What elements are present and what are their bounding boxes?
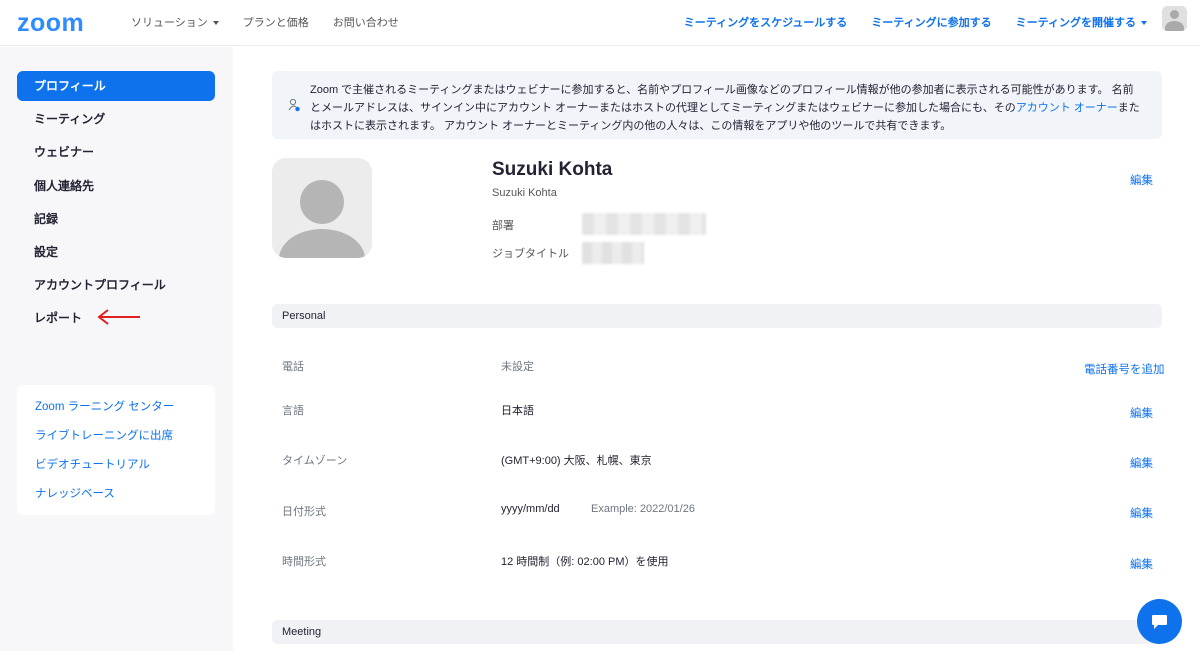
sidebar-item-webinars[interactable]: ウェビナー bbox=[17, 137, 215, 167]
profile-name: Suzuki Kohta bbox=[492, 159, 613, 180]
sidebar-item-recordings[interactable]: 記録 bbox=[17, 204, 215, 234]
sidebar-menu: プロフィール ミーティング ウェビナー 個人連絡先 記録 設定 アカウントプロフ… bbox=[17, 71, 215, 337]
phone-value: 未設定 bbox=[501, 361, 534, 373]
chat-button[interactable] bbox=[1137, 599, 1182, 644]
timezone-value: (GMT+9:00) 大阪、札幌、東京 bbox=[501, 455, 652, 467]
top-header: zoom ソリューション プランと価格 お問い合わせ ミーティングをスケジュール… bbox=[0, 0, 1200, 46]
date-format-value: yyyy/mm/dd bbox=[501, 503, 560, 515]
user-privacy-icon bbox=[288, 98, 300, 112]
date-format-example: Example: 2022/01/26 bbox=[591, 503, 695, 515]
learning-center-link[interactable]: Zoom ラーニング センター bbox=[17, 398, 215, 427]
timezone-label: タイムゾーン bbox=[282, 455, 348, 467]
live-training-link[interactable]: ライブトレーニングに出席 bbox=[17, 427, 215, 456]
user-avatar[interactable] bbox=[1162, 6, 1187, 31]
nav-contact[interactable]: お問い合わせ bbox=[333, 14, 399, 30]
nav-left: ソリューション プランと価格 お問い合わせ bbox=[131, 14, 399, 30]
add-phone-button[interactable]: 電話番号を追加 bbox=[1084, 361, 1165, 377]
sidebar-item-profile[interactable]: プロフィール bbox=[17, 71, 215, 101]
sidebar-item-contacts[interactable]: 個人連絡先 bbox=[17, 171, 215, 201]
date-format-label: 日付形式 bbox=[282, 506, 326, 518]
department-value-redacted bbox=[582, 213, 706, 235]
edit-timezone-button[interactable]: 編集 bbox=[1130, 455, 1153, 471]
edit-date-format-button[interactable]: 編集 bbox=[1130, 505, 1153, 521]
job-title-value-redacted bbox=[582, 242, 644, 264]
nav-plans-pricing[interactable]: プランと価格 bbox=[243, 14, 309, 30]
notice-text: Zoom で主催されるミーティングまたはウェビナーに参加すると、名前やプロフィー… bbox=[310, 84, 1134, 114]
join-meeting-link[interactable]: ミーティングに参加する bbox=[871, 14, 991, 30]
sidebar-item-settings[interactable]: 設定 bbox=[17, 237, 215, 267]
annotation-arrow-icon bbox=[97, 309, 140, 325]
language-label: 言語 bbox=[282, 405, 304, 417]
profile-picture[interactable] bbox=[272, 158, 372, 258]
host-meeting-menu[interactable]: ミーティングを開催する bbox=[1016, 14, 1147, 30]
nav-solutions[interactable]: ソリューション bbox=[131, 14, 219, 30]
edit-time-format-button[interactable]: 編集 bbox=[1130, 556, 1153, 572]
meeting-section-header: Meeting bbox=[272, 620, 1162, 644]
video-tutorials-link[interactable]: ビデオチュートリアル bbox=[17, 456, 215, 485]
sidebar-item-account-profile[interactable]: アカウントプロフィール bbox=[17, 270, 215, 300]
time-format-label: 時間形式 bbox=[282, 556, 326, 568]
job-title-label: ジョブタイトル bbox=[492, 248, 569, 260]
main-content: Zoom で主催されるミーティングまたはウェビナーに参加すると、名前やプロフィー… bbox=[233, 47, 1200, 651]
sidebar: プロフィール ミーティング ウェビナー 個人連絡先 記録 設定 アカウントプロフ… bbox=[0, 47, 233, 651]
edit-language-button[interactable]: 編集 bbox=[1130, 405, 1153, 421]
language-value: 日本語 bbox=[501, 405, 534, 417]
phone-label: 電話 bbox=[282, 361, 304, 373]
knowledge-base-link[interactable]: ナレッジベース bbox=[17, 485, 215, 514]
chat-bubble-icon bbox=[1152, 615, 1167, 629]
time-format-value: 12 時間制（例: 02:00 PM）を使用 bbox=[501, 556, 669, 568]
edit-profile-button[interactable]: 編集 bbox=[1130, 172, 1153, 188]
account-owner-link[interactable]: アカウント オーナー bbox=[1016, 102, 1118, 114]
zoom-logo[interactable]: zoom bbox=[17, 9, 84, 38]
personal-section-header: Personal bbox=[272, 304, 1162, 328]
sidebar-item-meetings[interactable]: ミーティング bbox=[17, 104, 215, 134]
schedule-meeting-link[interactable]: ミーティングをスケジュールする bbox=[684, 14, 848, 30]
chevron-down-icon bbox=[1141, 21, 1147, 26]
department-label: 部署 bbox=[492, 220, 514, 232]
privacy-notice: Zoom で主催されるミーティングまたはウェビナーに参加すると、名前やプロフィー… bbox=[272, 71, 1162, 139]
resources-box: Zoom ラーニング センター ライブトレーニングに出席 ビデオチュートリアル … bbox=[17, 385, 215, 515]
chevron-down-icon bbox=[212, 21, 219, 26]
profile-display-name: Suzuki Kohta bbox=[492, 187, 557, 199]
nav-right: ミーティングをスケジュールする ミーティングに参加する ミーティングを開催する bbox=[684, 14, 1147, 30]
